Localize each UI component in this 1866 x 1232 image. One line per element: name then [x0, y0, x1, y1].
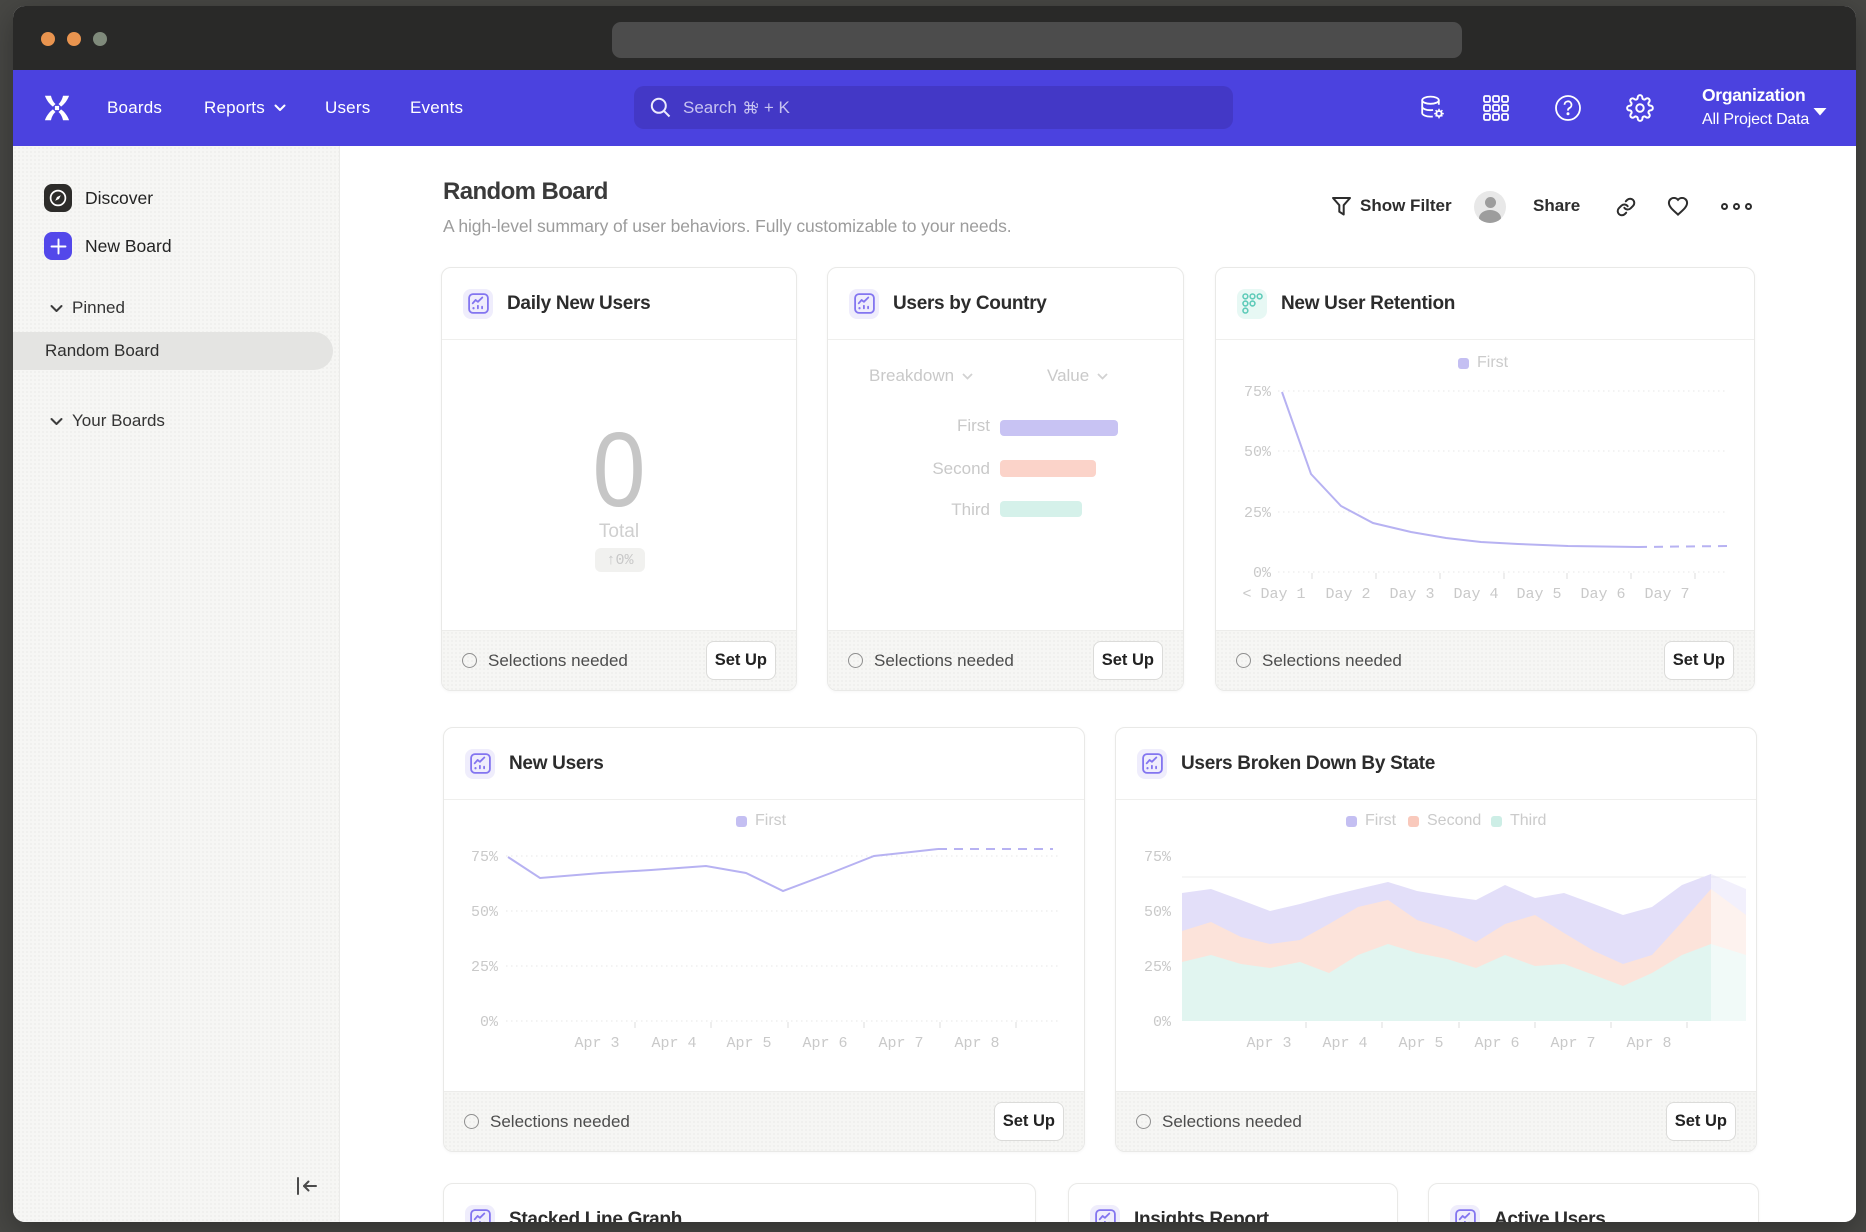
svg-text:0%: 0% [1153, 1014, 1172, 1031]
svg-text:Day 7: Day 7 [1644, 586, 1689, 603]
svg-text:50%: 50% [1244, 444, 1272, 461]
svg-text:75%: 75% [471, 849, 499, 866]
svg-text:25%: 25% [1244, 505, 1272, 522]
svg-text:Apr 7: Apr 7 [1550, 1035, 1595, 1052]
svg-text:Apr 6: Apr 6 [802, 1035, 847, 1052]
svg-text:75%: 75% [1144, 849, 1172, 866]
svg-text:0%: 0% [1253, 565, 1272, 582]
svg-text:Apr 7: Apr 7 [878, 1035, 923, 1052]
svg-text:Apr 8: Apr 8 [954, 1035, 999, 1052]
svg-text:Day 5: Day 5 [1516, 586, 1561, 603]
svg-text:25%: 25% [471, 959, 499, 976]
svg-text:Apr 5: Apr 5 [1398, 1035, 1443, 1052]
svg-text:50%: 50% [471, 904, 499, 921]
svg-text:Apr 6: Apr 6 [1474, 1035, 1519, 1052]
svg-text:Day 6: Day 6 [1580, 586, 1625, 603]
svg-text:Day 2: Day 2 [1325, 586, 1370, 603]
svg-text:Day 3: Day 3 [1389, 586, 1434, 603]
svg-text:Apr 4: Apr 4 [1322, 1035, 1367, 1052]
svg-text:Apr 8: Apr 8 [1626, 1035, 1671, 1052]
svg-text:75%: 75% [1244, 384, 1272, 401]
svg-text:0%: 0% [480, 1014, 499, 1031]
svg-text:Apr 3: Apr 3 [1246, 1035, 1291, 1052]
svg-text:Apr 4: Apr 4 [651, 1035, 696, 1052]
svg-text:50%: 50% [1144, 904, 1172, 921]
svg-text:Apr 5: Apr 5 [726, 1035, 771, 1052]
svg-text:< Day 1: < Day 1 [1242, 586, 1305, 603]
svg-text:Apr 3: Apr 3 [574, 1035, 619, 1052]
svg-text:25%: 25% [1144, 959, 1172, 976]
svg-text:Day 4: Day 4 [1453, 586, 1498, 603]
